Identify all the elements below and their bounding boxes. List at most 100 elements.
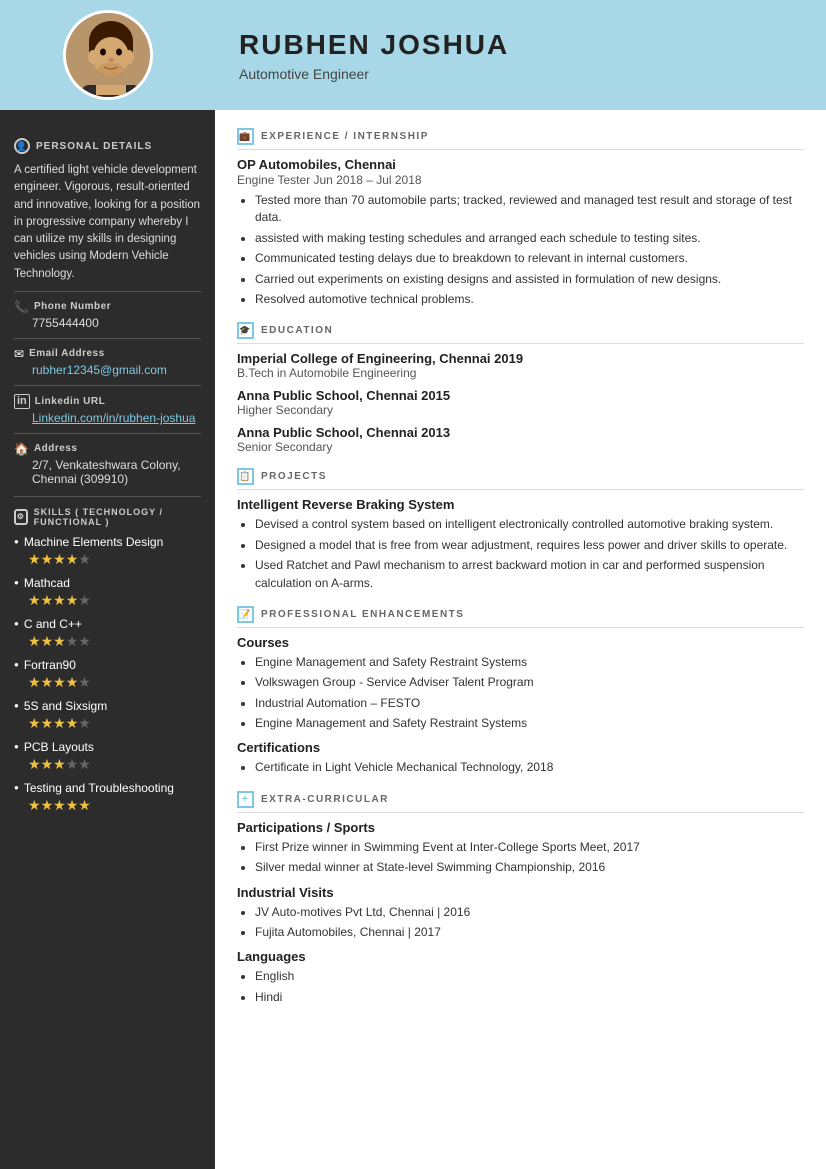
project-bullets: Devised a control system based on intell…: [237, 516, 804, 592]
list-item: Carried out experiments on existing desi…: [255, 271, 804, 288]
skill-stars: ★★★★★: [14, 756, 201, 773]
skills-section-title: ⚙ SKILLS ( TECHNOLOGY / FUNCTIONAL ): [14, 507, 201, 527]
edu-degree: B.Tech in Automobile Engineering: [237, 366, 804, 380]
edu-school: Imperial College of Engineering, Chennai…: [237, 351, 804, 366]
list-item: Industrial Automation – FESTO: [255, 695, 804, 712]
skill-name: Fortran90: [24, 658, 76, 672]
extra-icon: +: [237, 791, 254, 808]
experience-title: 💼 EXPERIENCE / INTERNSHIP: [237, 128, 804, 150]
list-item: First Prize winner in Swimming Event at …: [255, 839, 804, 856]
list-item: Used Ratchet and Pawl mechanism to arres…: [255, 557, 804, 592]
skill-item: ● PCB Layouts ★★★★★: [14, 740, 201, 773]
email-section: ✉ Email Address rubher12345@gmail.com: [14, 347, 201, 377]
avatar: [63, 10, 153, 100]
certs-list: Certificate in Light Vehicle Mechanical …: [237, 759, 804, 776]
courses-heading: Courses: [237, 635, 804, 650]
skill-name: Machine Elements Design: [24, 535, 163, 549]
skill-item: ● 5S and Sixsigm ★★★★★: [14, 699, 201, 732]
list-item: English: [255, 968, 804, 985]
skill-stars: ★★★★★: [14, 715, 201, 732]
list-item: JV Auto-motives Pvt Ltd, Chennai | 2016: [255, 904, 804, 921]
extracurricular-section: + EXTRA-CURRICULAR Participations / Spor…: [237, 791, 804, 1006]
address-label: Address: [34, 443, 78, 454]
sports-heading: Participations / Sports: [237, 820, 804, 835]
projects-icon: 📋: [237, 468, 254, 485]
education-title: 🎓 EDUCATION: [237, 322, 804, 344]
education-icon: 🎓: [237, 322, 254, 339]
phone-section: 📞 Phone Number 7755444400: [14, 300, 201, 330]
certs-heading: Certifications: [237, 740, 804, 755]
linkedin-value: Linkedin.com/in/rubhen-joshua: [14, 411, 201, 425]
linkedin-label: Linkedin URL: [35, 396, 105, 407]
address-icon: 🏠: [14, 442, 29, 456]
list-item: Engine Management and Safety Restraint S…: [255, 715, 804, 732]
candidate-title: Automotive Engineer: [239, 66, 509, 82]
edu-entry: Anna Public School, Chennai 2013 Senior …: [237, 425, 804, 454]
email-label: Email Address: [29, 348, 105, 359]
skill-name: Mathcad: [24, 576, 70, 590]
list-item: Volkswagen Group - Service Adviser Talen…: [255, 674, 804, 691]
list-item: Engine Management and Safety Restraint S…: [255, 654, 804, 671]
education-section: 🎓 EDUCATION Imperial College of Engineer…: [237, 322, 804, 454]
list-item: Communicated testing delays due to break…: [255, 250, 804, 267]
sidebar: 👤 PERSONAL DETAILS A certified light veh…: [0, 110, 215, 1169]
email-value: rubher12345@gmail.com: [14, 363, 201, 377]
list-item: Hindi: [255, 989, 804, 1006]
phone-value: 7755444400: [14, 316, 201, 330]
linkedin-icon: in: [14, 394, 30, 409]
main-content: 💼 EXPERIENCE / INTERNSHIP OP Automobiles…: [215, 110, 826, 1169]
courses-list: Engine Management and Safety Restraint S…: [237, 654, 804, 733]
edu-entry: Imperial College of Engineering, Chennai…: [237, 351, 804, 380]
edu-school: Anna Public School, Chennai 2015: [237, 388, 804, 403]
enhancements-section: 📝 PROFESSIONAL ENHANCEMENTS Courses Engi…: [237, 606, 804, 777]
linkedin-section: in Linkedin URL Linkedin.com/in/rubhen-j…: [14, 394, 201, 425]
list-item: Resolved automotive technical problems.: [255, 291, 804, 308]
company-name: OP Automobiles, Chennai: [237, 157, 804, 172]
skills-icon: ⚙: [14, 509, 28, 525]
projects-section: 📋 PROJECTS Intelligent Reverse Braking S…: [237, 468, 804, 592]
skill-item: ● Machine Elements Design ★★★★★: [14, 535, 201, 568]
email-icon: ✉: [14, 347, 24, 361]
skills-section: ⚙ SKILLS ( TECHNOLOGY / FUNCTIONAL ) ● M…: [14, 507, 201, 814]
sports-list: First Prize winner in Swimming Event at …: [237, 839, 804, 877]
list-item: Certificate in Light Vehicle Mechanical …: [255, 759, 804, 776]
skill-name: Testing and Troubleshooting: [24, 781, 174, 795]
list-item: Devised a control system based on intell…: [255, 516, 804, 533]
edu-entry: Anna Public School, Chennai 2015 Higher …: [237, 388, 804, 417]
candidate-name: RUBHEN JOSHUA: [239, 29, 509, 61]
skill-stars: ★★★★★: [14, 674, 201, 691]
project-name: Intelligent Reverse Braking System: [237, 497, 804, 512]
list-item: Tested more than 70 automobile parts; tr…: [255, 192, 804, 227]
lang-heading: Languages: [237, 949, 804, 964]
phone-icon: 📞: [14, 300, 29, 314]
experience-icon: 💼: [237, 128, 254, 145]
edu-school: Anna Public School, Chennai 2013: [237, 425, 804, 440]
header-content: RUBHEN JOSHUA Automotive Engineer: [239, 29, 509, 82]
enhancements-title: 📝 PROFESSIONAL ENHANCEMENTS: [237, 606, 804, 628]
address-value: 2/7, Venkateshwara Colony, Chennai (3099…: [14, 458, 201, 486]
skill-stars: ★★★★★: [14, 592, 201, 609]
list-item: Silver medal winner at State-level Swimm…: [255, 859, 804, 876]
lang-list: English Hindi: [237, 968, 804, 1006]
edu-degree: Higher Secondary: [237, 403, 804, 417]
experience-bullets: Tested more than 70 automobile parts; tr…: [237, 192, 804, 308]
skill-name: 5S and Sixsigm: [24, 699, 107, 713]
skill-item: ● C and C++ ★★★★★: [14, 617, 201, 650]
industrial-list: JV Auto-motives Pvt Ltd, Chennai | 2016 F…: [237, 904, 804, 942]
address-section: 🏠 Address 2/7, Venkateshwara Colony, Che…: [14, 442, 201, 486]
skill-name: C and C++: [24, 617, 82, 631]
skills-list: ● Machine Elements Design ★★★★★ ● Mathca…: [14, 535, 201, 814]
experience-section: 💼 EXPERIENCE / INTERNSHIP OP Automobiles…: [237, 128, 804, 308]
skill-item: ● Fortran90 ★★★★★: [14, 658, 201, 691]
skill-stars: ★★★★★: [14, 633, 201, 650]
person-icon: 👤: [14, 138, 30, 154]
skill-stars: ★★★★★: [14, 797, 201, 814]
skill-stars: ★★★★★: [14, 551, 201, 568]
skill-item: ● Mathcad ★★★★★: [14, 576, 201, 609]
list-item: Fujita Automobiles, Chennai | 2017: [255, 924, 804, 941]
enhancements-icon: 📝: [237, 606, 254, 623]
education-entries: Imperial College of Engineering, Chennai…: [237, 351, 804, 454]
projects-title: 📋 PROJECTS: [237, 468, 804, 490]
industrial-heading: Industrial Visits: [237, 885, 804, 900]
skill-name: PCB Layouts: [24, 740, 94, 754]
